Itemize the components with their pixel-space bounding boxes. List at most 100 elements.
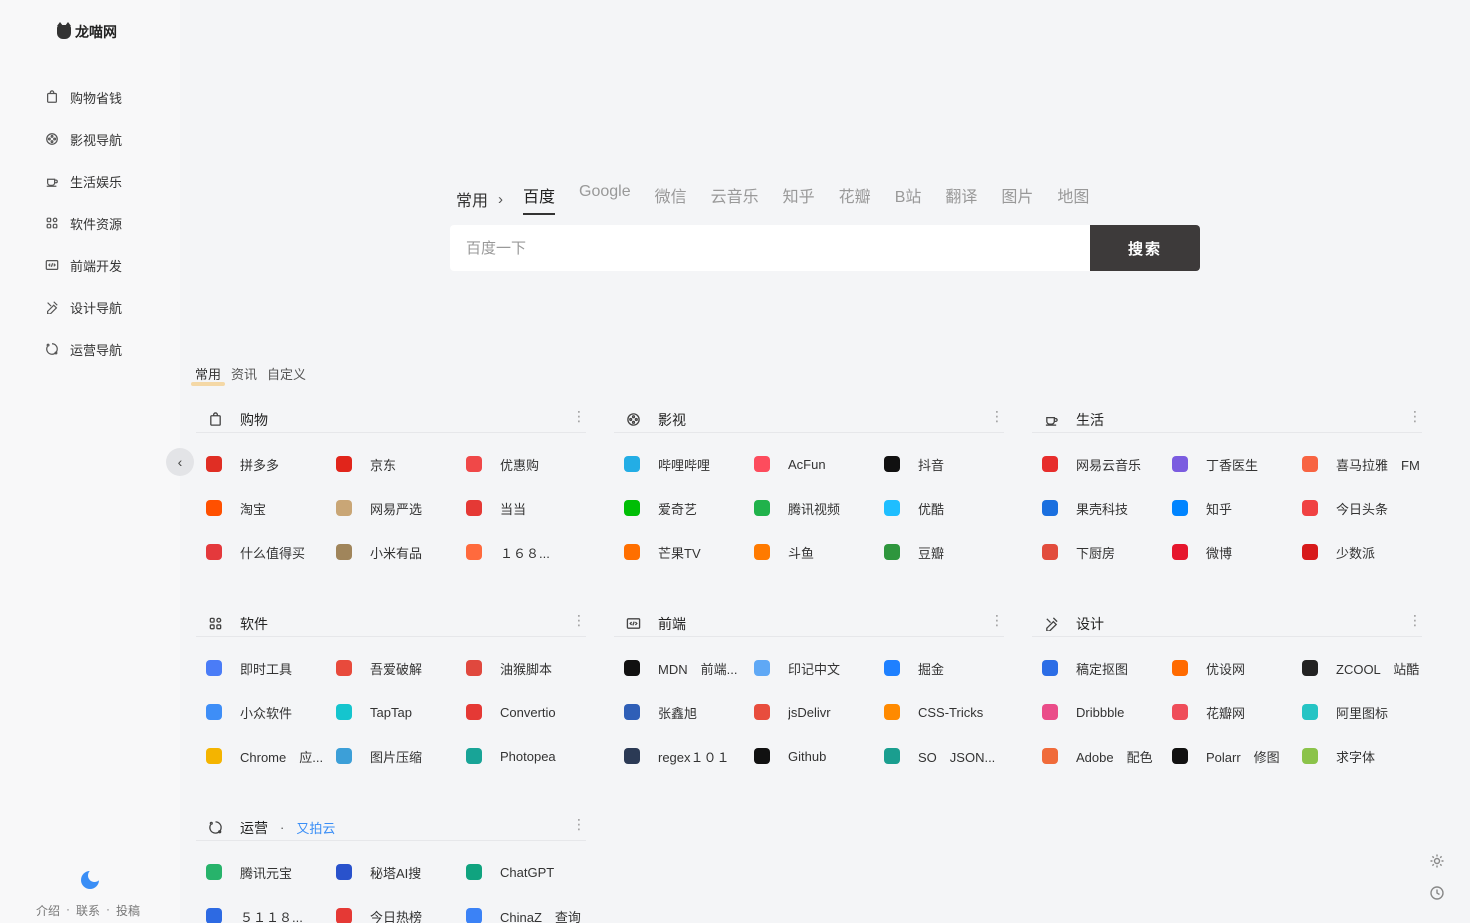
site-link[interactable]: 今日热榜: [336, 903, 466, 923]
site-link[interactable]: 豆瓣: [884, 539, 1014, 565]
site-link[interactable]: 今日头条: [1302, 495, 1432, 521]
engine-tab[interactable]: 花瓣: [839, 183, 871, 215]
sidebar-item-6[interactable]: 运营导航: [44, 328, 122, 370]
site-link[interactable]: SO JSON...: [884, 743, 1014, 769]
sidebar-item-4[interactable]: 前端开发: [44, 244, 122, 286]
site-link[interactable]: ChinaZ 查询: [466, 903, 596, 923]
site-link[interactable]: 淘宝: [206, 495, 336, 521]
section-tab[interactable]: 常用: [190, 364, 226, 386]
site-link[interactable]: Dribbble: [1042, 699, 1172, 725]
settings-button[interactable]: [1426, 850, 1448, 872]
site-link[interactable]: 网易云音乐: [1042, 451, 1172, 477]
site-link[interactable]: 花瓣网: [1172, 699, 1302, 725]
site-link[interactable]: 印记中文: [754, 655, 884, 681]
search-button[interactable]: 搜索: [1090, 225, 1200, 271]
site-link[interactable]: 油猴脚本: [466, 655, 596, 681]
site-link[interactable]: 网易严选: [336, 495, 466, 521]
site-link[interactable]: 知乎: [1172, 495, 1302, 521]
sidebar-item-2[interactable]: 生活娱乐: [44, 160, 122, 202]
engine-tab[interactable]: B站: [895, 183, 922, 215]
site-link[interactable]: 吾爱破解: [336, 655, 466, 681]
site-link[interactable]: ５１１８...: [206, 903, 336, 923]
site-link[interactable]: 爱奇艺: [624, 495, 754, 521]
section-tab[interactable]: 资讯: [231, 364, 257, 383]
site-link[interactable]: 即时工具: [206, 655, 336, 681]
more-options-icon[interactable]: ⋮: [1408, 409, 1422, 423]
site-link[interactable]: 图片压缩: [336, 743, 466, 769]
site-link[interactable]: Github: [754, 743, 884, 769]
engine-tab[interactable]: 百度: [523, 183, 556, 215]
site-link-label: Chrome 应...: [240, 749, 324, 765]
engine-tab[interactable]: Google: [579, 183, 631, 215]
site-link[interactable]: regex１０１: [624, 743, 754, 769]
dark-mode-toggle-icon[interactable]: [81, 869, 101, 889]
site-link[interactable]: １６８...: [466, 539, 596, 565]
site-link[interactable]: 下厨房: [1042, 539, 1172, 565]
site-link[interactable]: 芒果TV: [624, 539, 754, 565]
site-link[interactable]: ChatGPT: [466, 859, 596, 885]
site-link[interactable]: 秘塔AI搜: [336, 859, 466, 885]
site-link[interactable]: 微博: [1172, 539, 1302, 565]
site-link[interactable]: 斗鱼: [754, 539, 884, 565]
search-category[interactable]: 常用: [456, 187, 488, 211]
more-options-icon[interactable]: ⋮: [990, 409, 1004, 423]
site-link[interactable]: Convertio: [466, 699, 596, 725]
site-link[interactable]: 哔哩哔哩: [624, 451, 754, 477]
engine-tab[interactable]: 微信: [655, 183, 687, 215]
sidebar-item-3[interactable]: 软件资源: [44, 202, 122, 244]
engine-tab[interactable]: 图片: [1001, 183, 1033, 215]
site-link[interactable]: AcFun: [754, 451, 884, 477]
more-options-icon[interactable]: ⋮: [1408, 613, 1422, 627]
site-link[interactable]: 优酷: [884, 495, 1014, 521]
sidebar-item-0[interactable]: 购物省钱: [44, 76, 122, 118]
site-link[interactable]: 优惠购: [466, 451, 596, 477]
engine-tab[interactable]: 知乎: [783, 183, 815, 215]
site-link[interactable]: CSS-Tricks: [884, 699, 1014, 725]
site-link[interactable]: 果壳科技: [1042, 495, 1172, 521]
history-button[interactable]: [1426, 882, 1448, 904]
site-link[interactable]: Polarr 修图: [1172, 743, 1302, 769]
site-link[interactable]: 小众软件: [206, 699, 336, 725]
site-link[interactable]: 少数派: [1302, 539, 1432, 565]
site-link[interactable]: Adobe 配色: [1042, 743, 1172, 769]
site-link[interactable]: 小米有品: [336, 539, 466, 565]
site-link[interactable]: 丁香医生: [1172, 451, 1302, 477]
site-link[interactable]: 掘金: [884, 655, 1014, 681]
sidebar-item-1[interactable]: 影视导航: [44, 118, 122, 160]
site-link[interactable]: Photopea: [466, 743, 596, 769]
site-link[interactable]: ZCOOL 站酷: [1302, 655, 1432, 681]
search-input[interactable]: [450, 225, 1090, 271]
site-link[interactable]: 抖音: [884, 451, 1014, 477]
more-options-icon[interactable]: ⋮: [572, 817, 586, 831]
more-options-icon[interactable]: ⋮: [572, 613, 586, 627]
more-options-icon[interactable]: ⋮: [572, 409, 586, 423]
sidebar-item-5[interactable]: 设计导航: [44, 286, 122, 328]
site-link[interactable]: jsDelivr: [754, 699, 884, 725]
site-link[interactable]: 稿定抠图: [1042, 655, 1172, 681]
site-link[interactable]: 腾讯元宝: [206, 859, 336, 885]
engine-tab[interactable]: 地图: [1057, 183, 1089, 215]
footer-link[interactable]: 联系: [76, 902, 100, 919]
site-link[interactable]: Chrome 应...: [206, 743, 336, 769]
site-link[interactable]: TapTap: [336, 699, 466, 725]
section-tab[interactable]: 自定义: [267, 364, 306, 383]
site-link[interactable]: 什么值得买: [206, 539, 336, 565]
site-link[interactable]: 当当: [466, 495, 596, 521]
footer-link[interactable]: 介绍: [36, 902, 60, 919]
site-link[interactable]: 求字体: [1302, 743, 1432, 769]
site-link[interactable]: 拼多多: [206, 451, 336, 477]
engine-tab[interactable]: 翻译: [945, 183, 977, 215]
site-link[interactable]: 喜马拉雅 FM: [1302, 451, 1432, 477]
site-link[interactable]: 腾讯视频: [754, 495, 884, 521]
site-link[interactable]: 阿里图标: [1302, 699, 1432, 725]
site-link[interactable]: MDN 前端...: [624, 655, 754, 681]
card-sponsor-link[interactable]: 又拍云: [296, 818, 335, 837]
site-logo[interactable]: 龙喵网: [57, 22, 117, 42]
site-link[interactable]: 张鑫旭: [624, 699, 754, 725]
collapse-sidebar-button[interactable]: ‹: [166, 448, 194, 476]
engine-tab[interactable]: 云音乐: [711, 183, 759, 215]
footer-link[interactable]: 投稿: [116, 902, 140, 919]
site-link[interactable]: 优设网: [1172, 655, 1302, 681]
site-link[interactable]: 京东: [336, 451, 466, 477]
more-options-icon[interactable]: ⋮: [990, 613, 1004, 627]
